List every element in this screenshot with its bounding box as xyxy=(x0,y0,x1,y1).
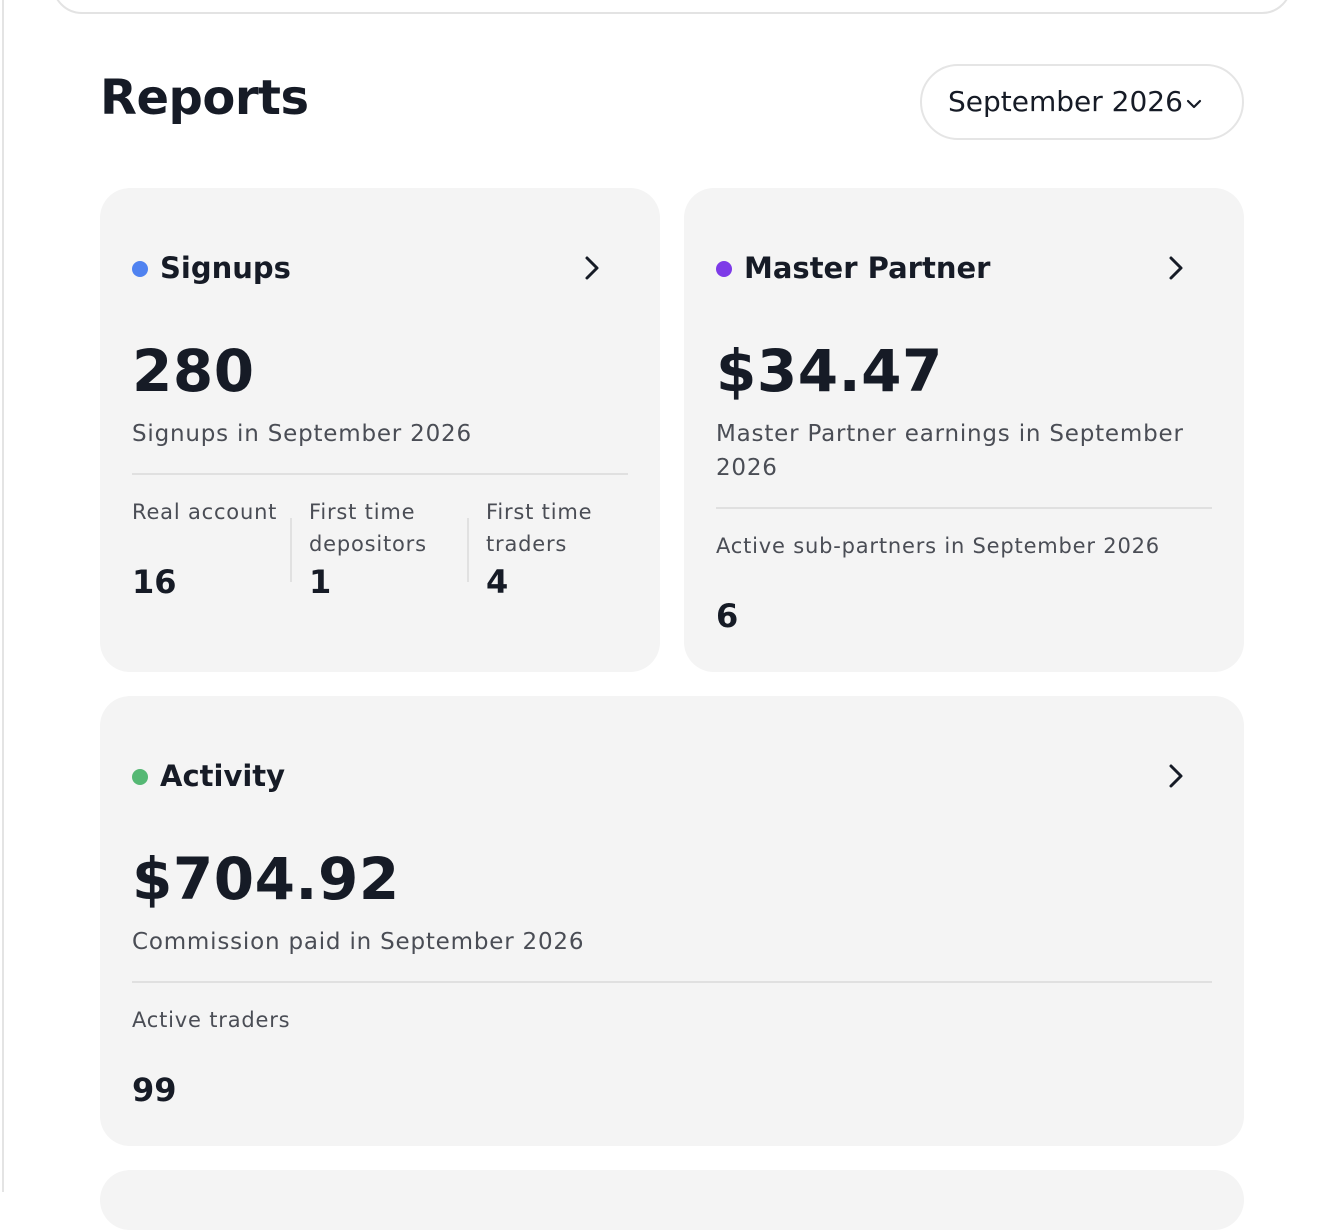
master-partner-description: Master Partner earnings in September 202… xyxy=(716,421,1184,481)
master-partner-card[interactable]: Master Partner $34.47 Master Partner ear… xyxy=(684,188,1244,672)
master-partner-value: $34.47 xyxy=(716,337,943,405)
stat-separator xyxy=(467,518,469,582)
master-partner-card-header: Master Partner xyxy=(716,250,1212,286)
signups-description: Signups in September 2026 xyxy=(132,421,472,447)
chevron-right-icon[interactable] xyxy=(578,254,606,282)
activity-description: Commission paid in September 2026 xyxy=(132,929,585,955)
signups-status-dot xyxy=(132,261,148,277)
previous-card-edge xyxy=(52,0,1292,14)
stat-value-first-time-traders: 4 xyxy=(486,563,509,601)
signups-title: Signups xyxy=(160,251,291,285)
next-report-card[interactable] xyxy=(100,1170,1244,1230)
reports-header: Reports September 2026 xyxy=(100,64,1244,140)
signups-divider xyxy=(132,473,628,475)
month-select[interactable]: September 2026 xyxy=(920,64,1244,140)
page-title: Reports xyxy=(100,70,309,126)
activity-card[interactable]: Activity $704.92 Commission paid in Sept… xyxy=(100,696,1244,1146)
master-partner-status-dot xyxy=(716,261,732,277)
stat-label-first-time-depositors: First time depositors xyxy=(309,500,427,556)
activity-value: $704.92 xyxy=(132,845,400,913)
chevron-right-icon[interactable] xyxy=(1162,254,1190,282)
activity-divider xyxy=(132,981,1212,983)
signups-card[interactable]: Signups 280 Signups in September 2026 Re… xyxy=(100,188,660,672)
active-sub-partners-value: 6 xyxy=(716,597,739,635)
month-select-value: September 2026 xyxy=(948,85,1183,118)
stat-value-real-account: 16 xyxy=(132,563,177,601)
master-partner-divider xyxy=(716,507,1212,509)
active-sub-partners-label: Active sub-partners in September 2026 xyxy=(716,534,1160,558)
active-traders-label: Active traders xyxy=(132,1008,291,1032)
master-partner-title: Master Partner xyxy=(744,251,991,285)
chevron-right-icon[interactable] xyxy=(1162,762,1190,790)
chevron-down-icon xyxy=(1186,99,1202,109)
stat-label-first-time-traders: First time traders xyxy=(486,500,593,556)
stat-value-first-time-depositors: 1 xyxy=(309,563,332,601)
signups-card-header: Signups xyxy=(132,250,628,286)
activity-title: Activity xyxy=(160,759,286,793)
activity-card-header: Activity xyxy=(132,758,1212,794)
activity-status-dot xyxy=(132,769,148,785)
stat-separator xyxy=(290,518,292,582)
active-traders-value: 99 xyxy=(132,1071,177,1109)
signups-value: 280 xyxy=(132,337,255,405)
page-left-border xyxy=(2,0,4,1192)
stat-label-real-account: Real account xyxy=(132,500,278,524)
